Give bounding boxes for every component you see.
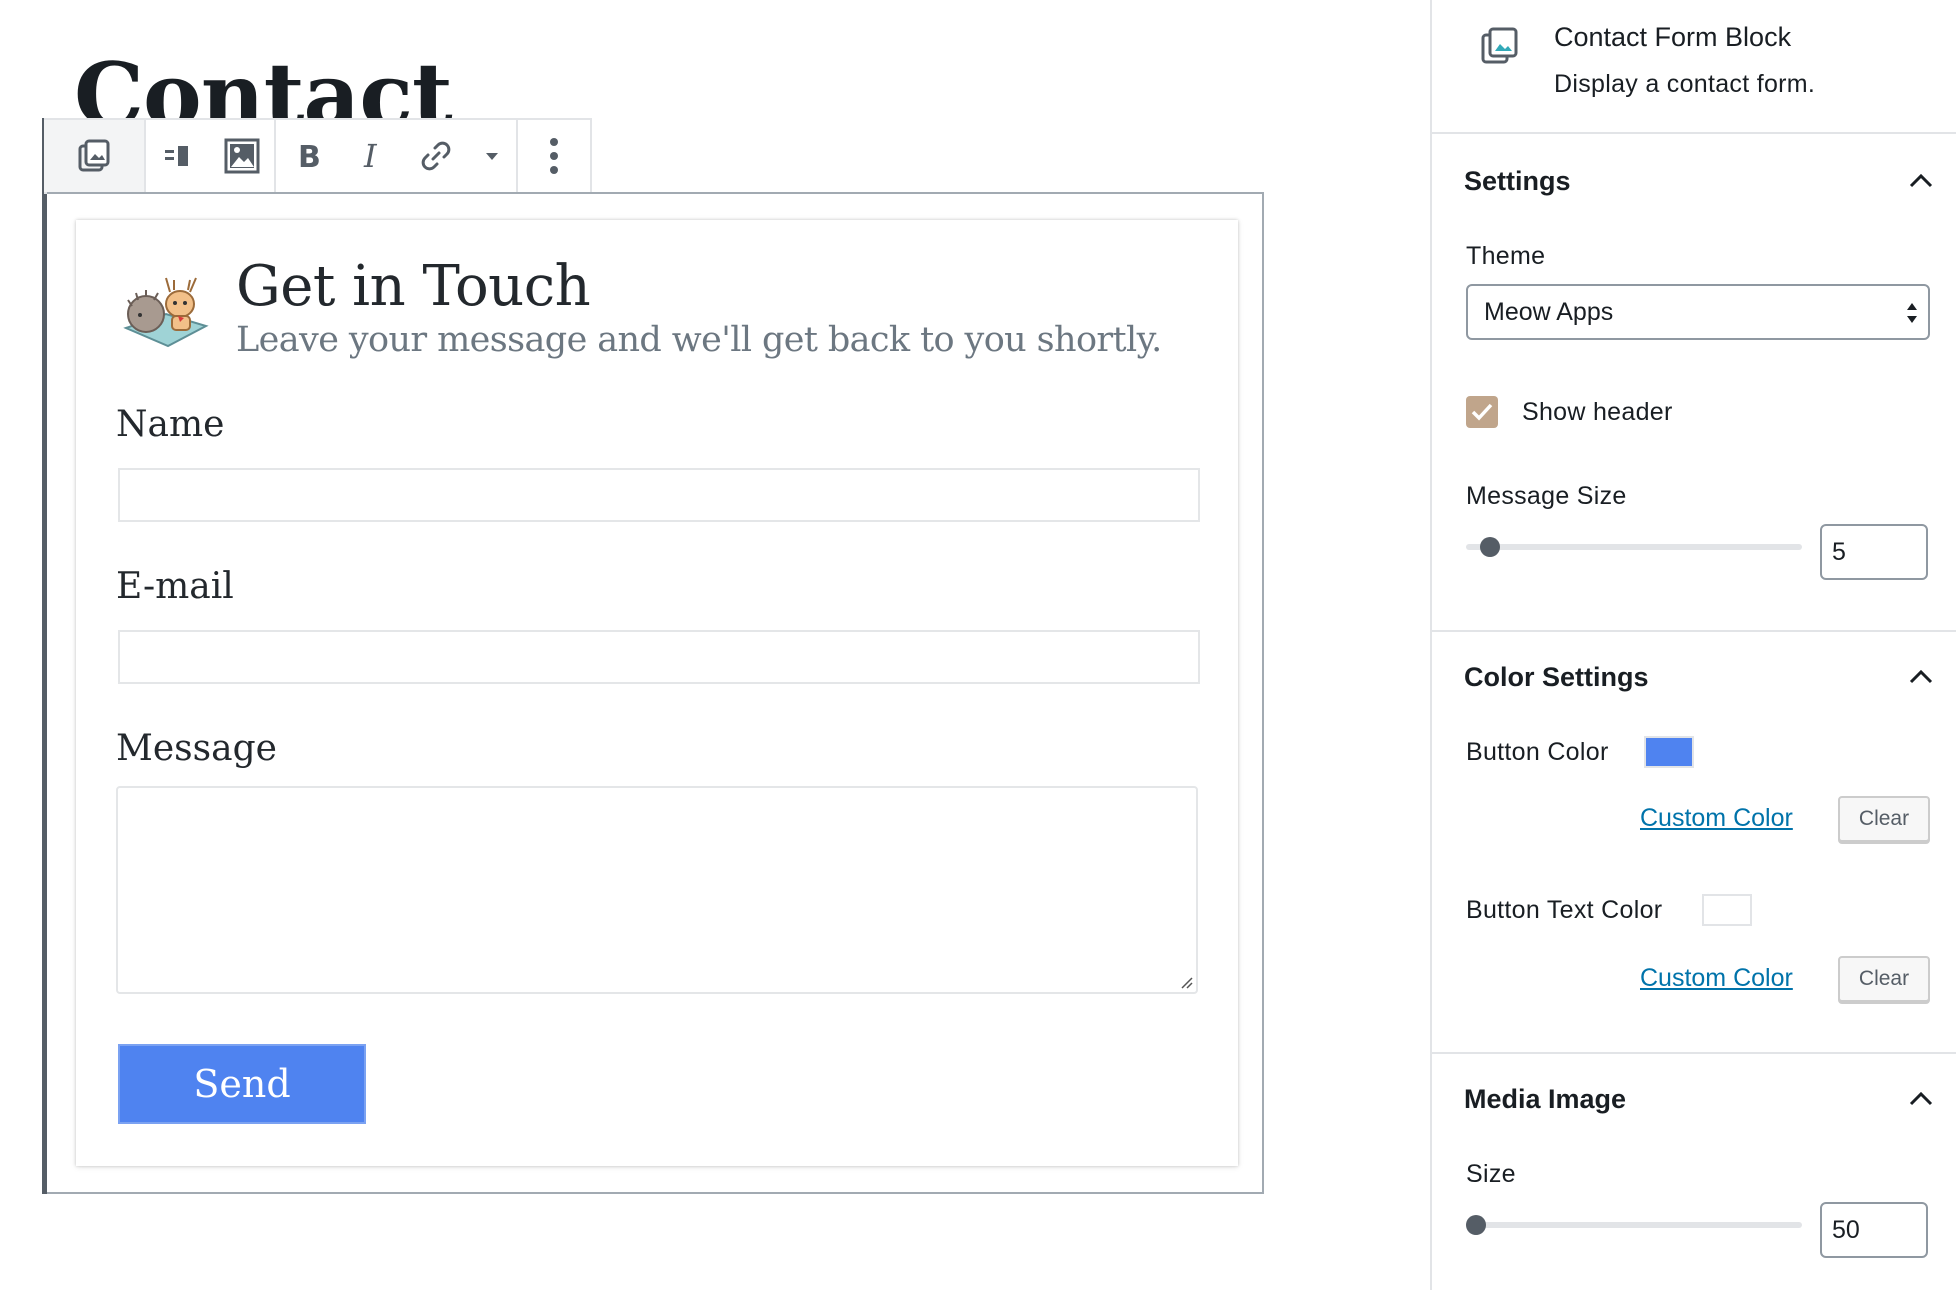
chevron-up-icon[interactable] [1908,668,1934,686]
button-color-swatch[interactable] [1644,736,1694,768]
block-type-icon [78,139,110,172]
checkmark-icon [1471,403,1493,421]
size-slider-thumb[interactable] [1466,1215,1487,1235]
image-button[interactable] [210,120,274,192]
size-slider[interactable] [1466,1222,1802,1228]
show-header-checkbox[interactable] [1466,396,1498,428]
select-arrows-icon [1907,303,1917,323]
block-card: Contact Form Block Display a contact for… [1432,0,1956,134]
form-subtitle: Leave your message and we'll get back to… [236,320,1162,360]
italic-button[interactable]: I [340,120,404,192]
size-input[interactable]: 50 [1820,1202,1928,1258]
send-button[interactable]: Send [118,1044,366,1124]
block-type-button[interactable] [44,120,144,192]
toolbar-group-more [518,120,590,192]
block-description: Display a contact form. [1554,70,1816,98]
toolbar-group-block [44,120,146,192]
message-size-label: Message Size [1466,482,1627,510]
button-color-clear-button[interactable]: Clear [1838,796,1930,842]
more-formats-button[interactable] [468,120,516,192]
align-button[interactable] [146,120,210,192]
chevron-up-icon[interactable] [1908,172,1934,190]
button-custom-color-link[interactable]: Custom Color [1640,804,1793,833]
email-label: E-mail [116,566,234,607]
svg-text:I: I [363,140,378,172]
editor-canvas: Contact B I Get in Touch Leave your mess… [0,0,1430,1290]
contact-form-preview: Get in Touch Leave your message and we'l… [76,220,1238,1166]
align-icon [165,146,188,166]
bold-icon: B [298,140,321,172]
meow-apps-logo-icon [123,277,209,348]
show-header-label: Show header [1522,398,1673,426]
name-field[interactable] [118,468,1200,522]
resize-grip-icon[interactable] [1178,974,1194,990]
form-title: Get in Touch [236,254,591,319]
message-label: Message [116,728,277,769]
button-text-color-clear-button[interactable]: Clear [1838,956,1930,1002]
button-text-color-swatch[interactable] [1702,894,1752,926]
size-label: Size [1466,1160,1516,1188]
button-text-color-label: Button Text Color [1466,896,1663,924]
link-icon [421,141,451,171]
email-field[interactable] [118,630,1200,684]
svg-text:B: B [298,140,321,172]
button-text-custom-color-link[interactable]: Custom Color [1640,964,1793,993]
color-settings-panel-toggle[interactable]: Color Settings [1464,662,1649,693]
bold-button[interactable]: B [276,120,340,192]
block-toolbar: B I [44,118,592,194]
toolbar-group-align [146,120,276,192]
chevron-up-icon[interactable] [1908,1090,1934,1108]
message-size-input[interactable]: 5 [1820,524,1928,580]
media-image-panel-toggle[interactable]: Media Image [1464,1084,1626,1115]
settings-panel-toggle[interactable]: Settings [1464,166,1571,197]
italic-icon: I [363,140,378,172]
more-options-button[interactable] [518,120,590,192]
block-inspector-sidebar: Contact Form Block Display a contact for… [1430,0,1956,1290]
button-color-label: Button Color [1466,738,1609,766]
toolbar-group-format: B I [276,120,518,192]
theme-select-value: Meow Apps [1484,297,1614,326]
image-icon [224,138,260,174]
block-title: Contact Form Block [1554,22,1792,52]
theme-select[interactable]: Meow Apps [1466,284,1930,340]
message-field[interactable] [116,786,1198,994]
message-size-slider-thumb[interactable] [1479,537,1500,557]
message-size-slider[interactable] [1466,544,1802,550]
dropdown-arrow-icon [486,153,498,160]
block-icon [1481,27,1518,64]
theme-label: Theme [1466,242,1546,270]
name-label: Name [116,404,225,445]
more-options-icon [550,138,558,174]
link-button[interactable] [404,120,468,192]
